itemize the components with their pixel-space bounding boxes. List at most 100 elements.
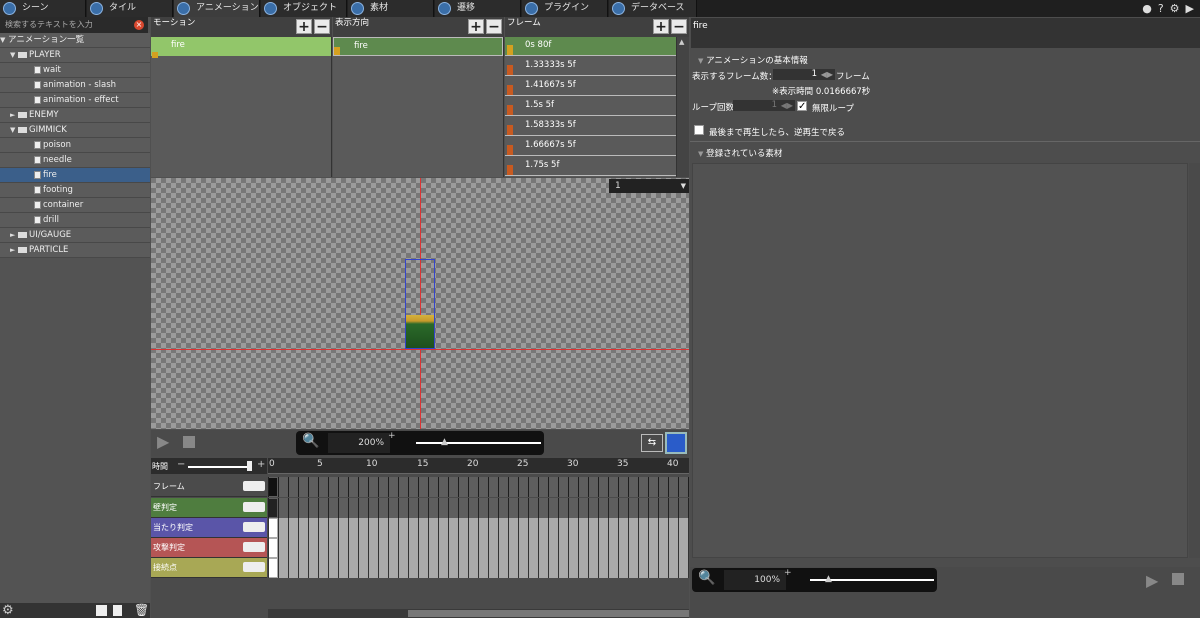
tree-item[interactable]: poison: [0, 138, 150, 153]
tree-folder-player[interactable]: ▼ PLAYER: [0, 48, 150, 63]
tree-item[interactable]: container: [0, 198, 150, 213]
play-icon[interactable]: ▶: [157, 434, 169, 450]
zoom-slider-track[interactable]: [416, 442, 541, 444]
tab-animation[interactable]: アニメーション: [174, 0, 260, 17]
tab-transition[interactable]: 遷移: [435, 0, 521, 17]
zoom-step-icon[interactable]: +: [784, 568, 792, 578]
layer-label-attack[interactable]: 攻撃判定: [151, 538, 267, 558]
layer-label-connect[interactable]: 接続点: [151, 558, 267, 578]
reverse-play-checkbox[interactable]: [694, 125, 704, 135]
infinite-loop-checkbox[interactable]: ✓: [797, 101, 807, 112]
add-frame-button[interactable]: +: [653, 19, 669, 34]
tab-database[interactable]: データベース: [609, 0, 697, 17]
zoom-step-icon[interactable]: +: [388, 431, 396, 441]
tab-plugin[interactable]: プラグイン: [522, 0, 608, 17]
lock-visibility-icon[interactable]: [243, 481, 265, 491]
tree-folder-gimmick[interactable]: ▼ GIMMICK: [0, 123, 150, 138]
scroll-up-icon[interactable]: ▲: [679, 38, 684, 46]
material-zoom-thumb[interactable]: ▲: [825, 574, 832, 584]
material-zoom-value[interactable]: 100%: [724, 570, 786, 590]
clear-search-icon[interactable]: ×: [134, 20, 144, 30]
keyframe-cell[interactable]: [269, 499, 277, 517]
material-scrollbar[interactable]: [1189, 163, 1200, 558]
timeline-track-connect[interactable]: [268, 558, 689, 578]
tree-item[interactable]: footing: [0, 183, 150, 198]
search-input[interactable]: 検索するテキストを入力 ×: [0, 17, 148, 33]
lock-visibility-icon[interactable]: [243, 502, 265, 512]
frame-item[interactable]: 1.33333s 5f: [505, 57, 676, 76]
add-motion-button[interactable]: +: [296, 19, 312, 34]
timeline-zoom-slider[interactable]: [188, 466, 250, 468]
lock-visibility-icon[interactable]: [243, 522, 265, 532]
tree-item[interactable]: drill: [0, 213, 150, 228]
timeline-track-wall[interactable]: [268, 498, 689, 518]
material-list[interactable]: [692, 163, 1188, 558]
tab-object[interactable]: オブジェクト: [261, 0, 347, 17]
trash-icon[interactable]: 🗑: [134, 603, 149, 617]
frame-item[interactable]: 1.75s 5f: [505, 157, 676, 176]
basic-info-section-header[interactable]: ▼ アニメーションの基本情報: [698, 54, 808, 66]
tree-item[interactable]: animation - effect: [0, 93, 150, 108]
keyframe-cell[interactable]: [269, 559, 277, 577]
timeline-ruler[interactable]: 0 5 10 15 20 25 30 35 40: [268, 458, 689, 474]
add-folder-icon[interactable]: [96, 605, 107, 616]
add-direction-button[interactable]: +: [468, 19, 484, 34]
preview-canvas[interactable]: 1 ▼: [151, 178, 689, 429]
help-icon[interactable]: ?: [1158, 2, 1164, 15]
gear-icon[interactable]: ⚙: [1170, 2, 1180, 15]
tree-item[interactable]: needle: [0, 153, 150, 168]
motion-item-selected[interactable]: fire: [151, 37, 331, 56]
animation-name-input[interactable]: fire: [691, 18, 1200, 48]
keyframe-cell[interactable]: [269, 519, 277, 537]
tree-folder-uigauge[interactable]: ► UI/GAUGE: [0, 228, 150, 243]
zoom-value[interactable]: 200%: [328, 433, 390, 453]
frame-list-scrollbar[interactable]: ▲: [677, 37, 689, 177]
scrollbar-thumb[interactable]: [408, 610, 689, 617]
settings-gear-icon[interactable]: ⚙: [2, 603, 14, 618]
tab-material[interactable]: 素材: [348, 0, 434, 17]
expand-arrow-icon[interactable]: ▶: [1186, 2, 1194, 15]
fire-sprite[interactable]: [406, 315, 434, 348]
frame-item[interactable]: 1.5s 5f: [505, 97, 676, 116]
layer-label-frame[interactable]: フレーム: [151, 477, 267, 497]
lock-visibility-icon[interactable]: [243, 542, 265, 552]
zoom-in-icon[interactable]: +: [257, 459, 265, 470]
tree-root[interactable]: ▼ アニメーション一覧: [0, 33, 150, 48]
layer-label-wall[interactable]: 壁判定: [151, 498, 267, 518]
tab-tile[interactable]: タイル: [87, 0, 173, 17]
material-section-header[interactable]: ▼ 登録されている素材: [698, 147, 782, 159]
keyframe-cell[interactable]: [269, 478, 277, 496]
remove-motion-button[interactable]: −: [314, 19, 330, 34]
show-collision-toggle[interactable]: ⇆: [641, 434, 663, 452]
direction-item-selected[interactable]: fire: [333, 37, 503, 56]
stepper-arrows-icon[interactable]: ◀▶: [781, 100, 793, 111]
timeline-track-frame[interactable]: [268, 477, 689, 497]
timeline-track-hit[interactable]: [268, 518, 689, 538]
tree-item[interactable]: wait: [0, 63, 150, 78]
stepper-arrows-icon[interactable]: ◀▶: [821, 69, 833, 80]
material-stop-icon[interactable]: [1172, 573, 1184, 585]
loop-count-stepper[interactable]: 1 ◀▶: [733, 100, 795, 111]
tab-scene[interactable]: シーン: [0, 0, 86, 17]
timeline-zoom-thumb[interactable]: [247, 461, 252, 471]
lock-visibility-icon[interactable]: [243, 562, 265, 572]
tree-folder-particle[interactable]: ► PARTICLE: [0, 243, 150, 258]
material-play-icon[interactable]: ▶: [1146, 571, 1158, 590]
frame-number-select[interactable]: 1 ▼: [609, 179, 689, 193]
remove-frame-button[interactable]: −: [671, 19, 687, 34]
add-item-icon[interactable]: [113, 605, 122, 616]
tree-folder-enemy[interactable]: ► ENEMY: [0, 108, 150, 123]
timeline-track-attack[interactable]: [268, 538, 689, 558]
frame-count-stepper[interactable]: 1 ◀▶: [773, 69, 835, 80]
tree-item[interactable]: animation - slash: [0, 78, 150, 93]
zoom-slider-thumb[interactable]: ▲: [441, 437, 448, 447]
remove-direction-button[interactable]: −: [486, 19, 502, 34]
frame-item-selected[interactable]: 0s 80f: [505, 37, 676, 56]
frame-item[interactable]: 1.66667s 5f: [505, 137, 676, 156]
grid-toggle-icon[interactable]: [665, 432, 687, 454]
stop-icon[interactable]: [183, 436, 195, 448]
frame-item[interactable]: 1.41667s 5f: [505, 77, 676, 96]
frame-item[interactable]: 1.58333s 5f: [505, 117, 676, 136]
layer-label-hit[interactable]: 当たり判定: [151, 518, 267, 538]
tree-item-selected[interactable]: fire: [0, 168, 150, 183]
